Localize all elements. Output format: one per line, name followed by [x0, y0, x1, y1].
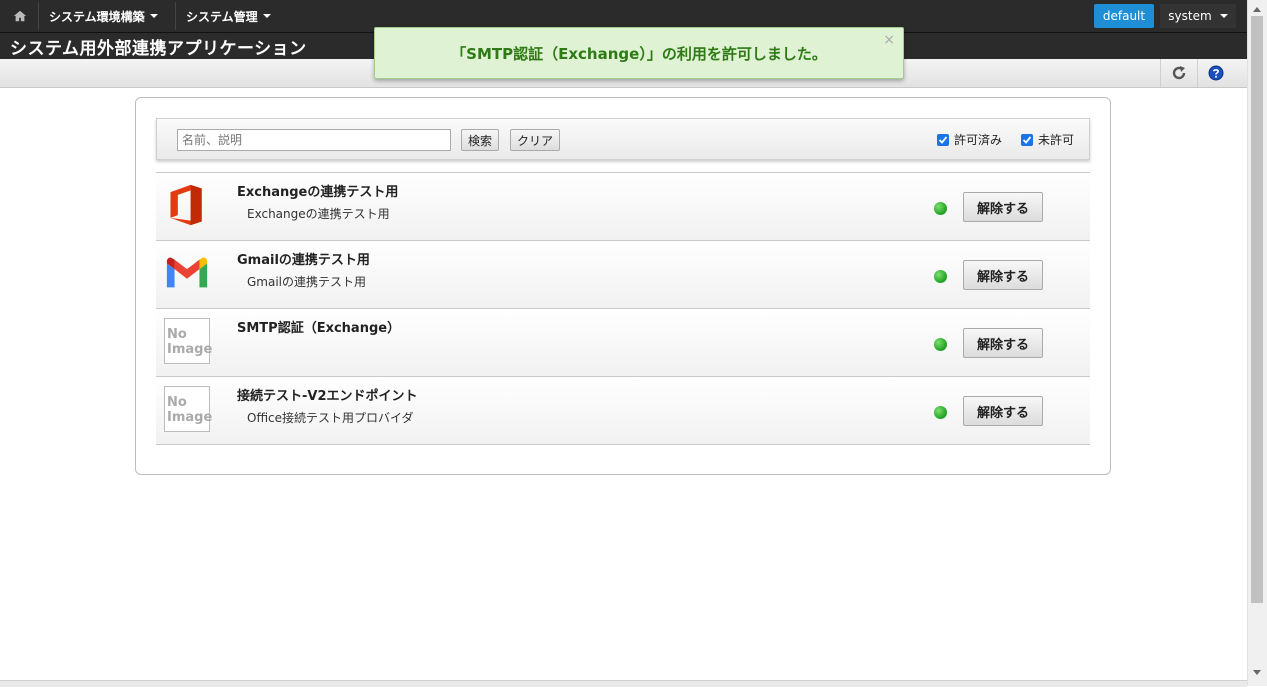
release-button[interactable]: 解除する: [963, 192, 1043, 222]
menu-system-management[interactable]: システム管理: [175, 2, 281, 30]
caret-down-icon: [262, 14, 271, 18]
checkbox-checked-icon: [937, 133, 949, 146]
filter-not-allowed-checkbox[interactable]: 未許可: [1021, 131, 1074, 148]
no-image-placeholder: No Image: [163, 385, 212, 433]
app-name: 接続テスト-V2エンドポイント: [237, 389, 418, 404]
help-icon: [1208, 65, 1224, 81]
release-button[interactable]: 解除する: [963, 260, 1043, 290]
menu-label: システム環境構築: [49, 9, 145, 24]
app-row: No Image SMTP認証（Exchange） 解除する: [156, 308, 1090, 376]
no-image-placeholder: No Image: [163, 317, 212, 365]
app-row: Exchangeの連携テスト用 Exchangeの連携テスト用 解除する: [156, 172, 1090, 240]
app-name: SMTP認証（Exchange）: [237, 321, 401, 336]
tenant-button[interactable]: default: [1094, 4, 1154, 28]
app-description: Exchangeの連携テスト用: [247, 207, 390, 221]
close-icon[interactable]: ×: [883, 32, 895, 48]
filter-label: 許可済み: [954, 133, 1003, 147]
app-row: No Image 接続テスト-V2エンドポイント Office接続テスト用プロバ…: [156, 376, 1090, 445]
scroll-down-icon[interactable]: [1253, 670, 1261, 675]
status-active-icon: [934, 202, 947, 215]
scroll-up-icon[interactable]: [1253, 7, 1261, 12]
refresh-icon: [1172, 66, 1186, 80]
gmail-icon: [163, 249, 211, 297]
search-input[interactable]: [177, 129, 451, 151]
scroll-thumb[interactable]: [1251, 16, 1263, 603]
clear-button[interactable]: クリア: [510, 129, 561, 151]
search-box: 検索 クリア 許可済み 未許可: [156, 118, 1090, 160]
help-button[interactable]: [1197, 59, 1234, 87]
app-description: Gmailの連携テスト用: [247, 275, 367, 289]
user-menu[interactable]: system: [1160, 4, 1236, 28]
caret-down-icon: [1219, 14, 1228, 18]
status-active-icon: [934, 338, 947, 351]
home-button[interactable]: [6, 4, 34, 28]
office-icon: [163, 181, 211, 229]
checkbox-checked-icon: [1021, 133, 1033, 146]
home-icon: [13, 10, 27, 22]
app-list: Exchangeの連携テスト用 Exchangeの連携テスト用 解除する Gma…: [156, 172, 1090, 445]
release-button[interactable]: 解除する: [963, 396, 1043, 426]
success-notification: 「SMTP認証（Exchange）」の利用を許可しました。 ×: [374, 27, 904, 79]
notification-message: 「SMTP認証（Exchange）」の利用を許可しました。: [451, 44, 827, 63]
app-name: Gmailの連携テスト用: [237, 253, 370, 268]
no-image-text: No Image: [164, 318, 212, 364]
vertical-scrollbar[interactable]: [1247, 0, 1267, 686]
caret-down-icon: [149, 14, 158, 18]
release-button[interactable]: 解除する: [963, 328, 1043, 358]
menu-label: システム管理: [186, 9, 258, 24]
main-panel: 検索 クリア 許可済み 未許可 Exchangeの連携テスト用 Exc: [135, 97, 1111, 475]
search-button[interactable]: 検索: [461, 129, 500, 151]
filter-allowed-checkbox[interactable]: 許可済み: [937, 131, 1002, 148]
status-active-icon: [934, 270, 947, 283]
menu-system-environment[interactable]: システム環境構築: [38, 2, 168, 30]
app-row: Gmailの連携テスト用 Gmailの連携テスト用 解除する: [156, 240, 1090, 308]
app-description: Office接続テスト用プロバイダ: [247, 411, 414, 425]
filter-label: 未許可: [1038, 133, 1075, 147]
page-title: システム用外部連携アプリケーション: [10, 39, 307, 59]
no-image-text: No Image: [164, 386, 212, 432]
refresh-button[interactable]: [1160, 59, 1197, 87]
user-label: system: [1168, 9, 1212, 23]
status-active-icon: [934, 406, 947, 419]
app-name: Exchangeの連携テスト用: [237, 185, 399, 200]
